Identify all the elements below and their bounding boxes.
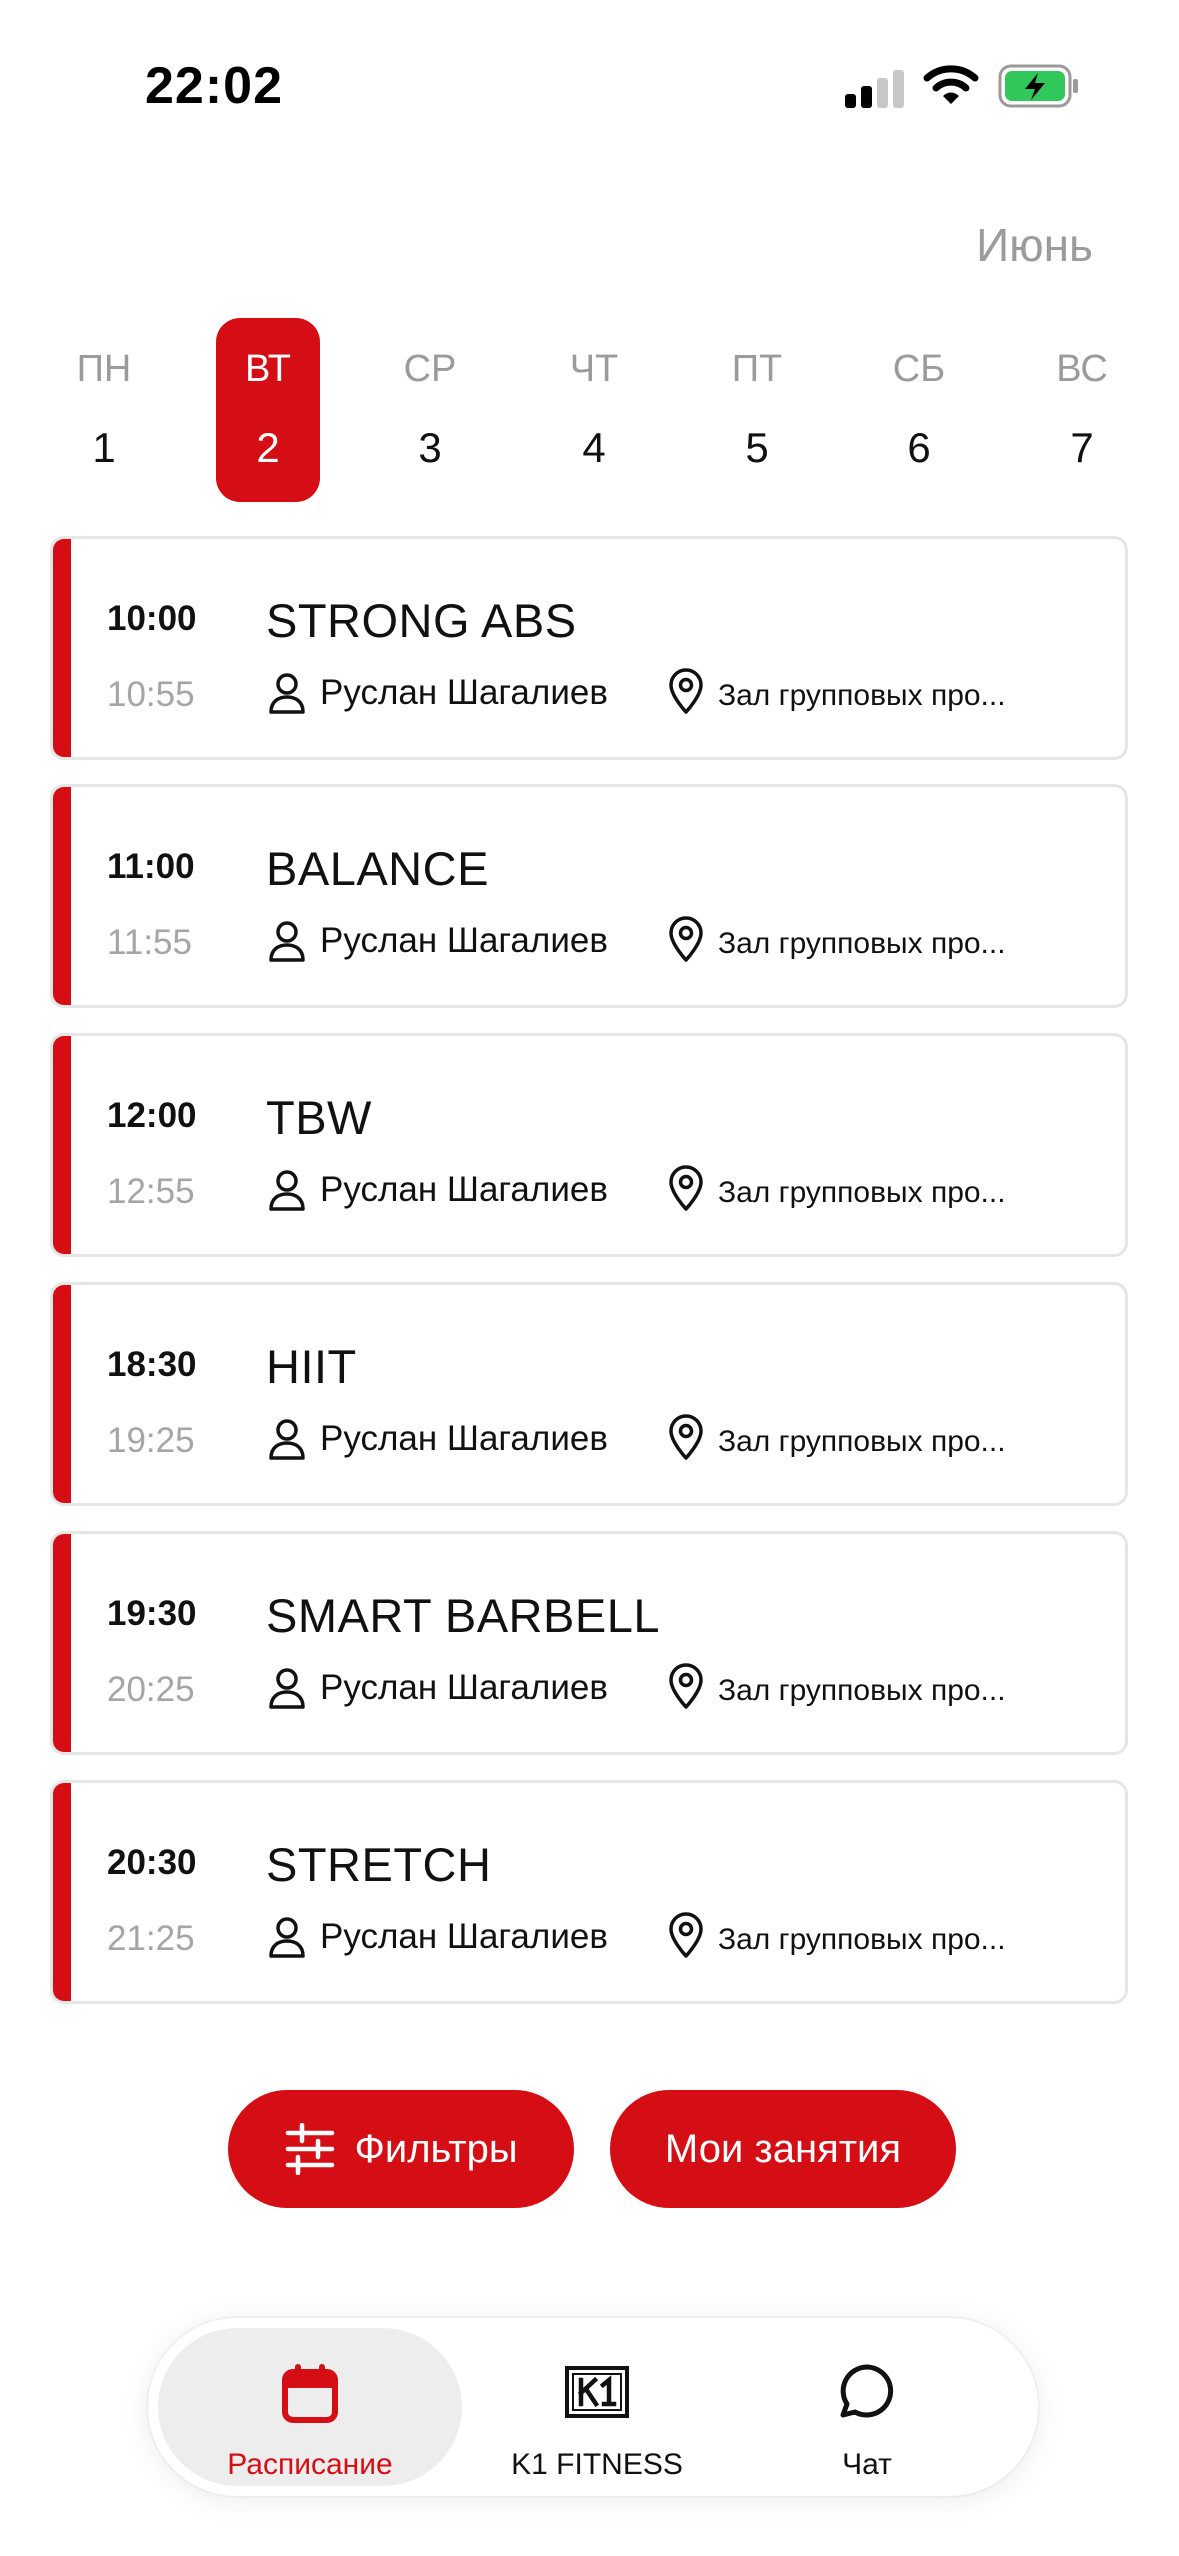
person-icon [269,1917,305,1958]
location-pin-icon [669,1663,703,1709]
class-title: SMART BARBELL [266,1589,660,1642]
location-pin-icon [669,1165,703,1211]
nav-label: Расписание [227,2448,393,2481]
day-friday[interactable]: ПТ 5 [705,318,809,502]
day-number: 4 [582,424,606,471]
class-card[interactable]: 11:00 11:55 BALANCE Руслан Шагалиев Зал … [50,784,1128,1008]
nav-item-k1-fitness[interactable]: K1 FITNESS [462,2328,732,2486]
sliders-icon [286,2123,335,2175]
day-name: ЧТ [569,348,619,390]
trainer-name: Руслан Шагалиев [320,921,608,960]
class-title: TBW [266,1091,372,1144]
nav-item-chat[interactable]: Чат [732,2328,1002,2486]
my-classes-button[interactable]: Мои занятия [610,2090,956,2208]
day-name: ПН [76,348,132,390]
day-number: 6 [907,424,931,471]
location-pin-icon [669,916,703,962]
location-name: Зал групповых про... [718,1425,1006,1458]
wifi-icon [923,65,979,104]
class-title: STRONG ABS [266,594,577,647]
trainer-name: Руслан Шагалиев [320,1668,608,1707]
class-card[interactable]: 10:00 10:55 STRONG ABS Руслан Шагалиев З… [50,536,1128,760]
week-day-selector: ПН 1 ВТ 2 СР 3 ЧТ 4 ПТ 5 СБ 6 ВС 7 [0,318,1179,508]
class-card[interactable]: 18:30 19:25 HIIT Руслан Шагалиев Зал гру… [50,1282,1128,1506]
end-time: 20:25 [107,1670,195,1709]
location-name: Зал групповых про... [718,679,1006,712]
day-thursday[interactable]: ЧТ 4 [542,318,646,502]
end-time: 11:55 [107,923,192,962]
card-accent-bar [53,1534,71,1752]
start-time: 11:00 [107,847,195,886]
k1-logo-icon [565,2366,629,2418]
location-name: Зал групповых про... [718,927,1006,960]
status-bar: 22:02 [0,0,1179,170]
class-title: STRETCH [266,1838,492,1891]
day-saturday[interactable]: СБ 6 [867,318,971,502]
location-pin-icon [669,1414,703,1460]
day-number: 7 [1070,424,1094,471]
person-icon [269,921,305,962]
nav-label: Чат [842,2448,892,2481]
location-pin-icon [669,668,703,714]
trainer-name: Руслан Шагалиев [320,673,608,712]
my-classes-button-label: Мои занятия [664,2126,902,2171]
day-sunday[interactable]: ВС 7 [1030,318,1134,502]
start-time: 18:30 [107,1345,197,1384]
location-pin-icon [669,1912,703,1958]
location-name: Зал групповых про... [718,1923,1006,1956]
day-number: 3 [418,424,442,471]
battery-charging-icon [998,64,1078,108]
calendar-icon [282,2364,338,2423]
card-accent-bar [53,1783,71,2001]
end-time: 12:55 [107,1172,195,1211]
nav-item-schedule[interactable]: Расписание [158,2328,462,2486]
start-time: 19:30 [107,1594,197,1633]
filters-button[interactable]: Фильтры [228,2090,574,2208]
cellular-signal-icon [845,70,904,108]
class-title: BALANCE [266,842,489,895]
month-label[interactable]: Июнь [976,218,1093,272]
day-number: 5 [745,424,769,471]
end-time: 19:25 [107,1421,195,1460]
location-name: Зал групповых про... [718,1176,1006,1209]
trainer-name: Руслан Шагалиев [320,1170,608,1209]
trainer-name: Руслан Шагалиев [320,1419,608,1458]
class-title: HIIT [266,1340,357,1393]
schedule-screen: 22:02 Июнь ПН 1 ВТ 2 СР 3 ЧТ 4 ПТ 5 СБ 6… [0,0,1179,2556]
day-name: СР [403,348,457,390]
day-number: 2 [256,424,280,471]
day-monday[interactable]: ПН 1 [52,318,156,502]
end-time: 10:55 [107,675,195,714]
location-name: Зал групповых про... [718,1674,1006,1707]
bottom-navigation: Расписание K1 FITNESS Чат [148,2318,1038,2496]
day-name: ВС [1056,348,1108,390]
class-card[interactable]: 20:30 21:25 STRETCH Руслан Шагалиев Зал … [50,1780,1128,2004]
person-icon [269,1170,305,1211]
day-name: СБ [892,348,946,390]
class-card[interactable]: 19:30 20:25 SMART BARBELL Руслан Шагалие… [50,1531,1128,1755]
person-icon [269,1419,305,1460]
start-time: 12:00 [107,1096,197,1135]
day-number: 1 [92,424,116,471]
card-accent-bar [53,787,71,1005]
card-accent-bar [53,1285,71,1503]
start-time: 10:00 [107,599,197,638]
day-name: ПТ [731,348,783,390]
end-time: 21:25 [107,1919,195,1958]
filters-button-label: Фильтры [354,2126,518,2171]
trainer-name: Руслан Шагалиев [320,1917,608,1956]
start-time: 20:30 [107,1843,197,1882]
day-tuesday-selected[interactable]: ВТ 2 [216,318,320,502]
person-icon [269,673,305,714]
person-icon [269,1668,305,1709]
card-accent-bar [53,1036,71,1254]
day-name: ВТ [244,348,291,390]
status-time: 22:02 [145,57,283,115]
class-card[interactable]: 12:00 12:55 TBW Руслан Шагалиев Зал груп… [50,1033,1128,1257]
chat-bubble-icon [840,2364,894,2418]
day-wednesday[interactable]: СР 3 [378,318,482,502]
nav-label: K1 FITNESS [511,2448,683,2481]
card-accent-bar [53,539,71,757]
